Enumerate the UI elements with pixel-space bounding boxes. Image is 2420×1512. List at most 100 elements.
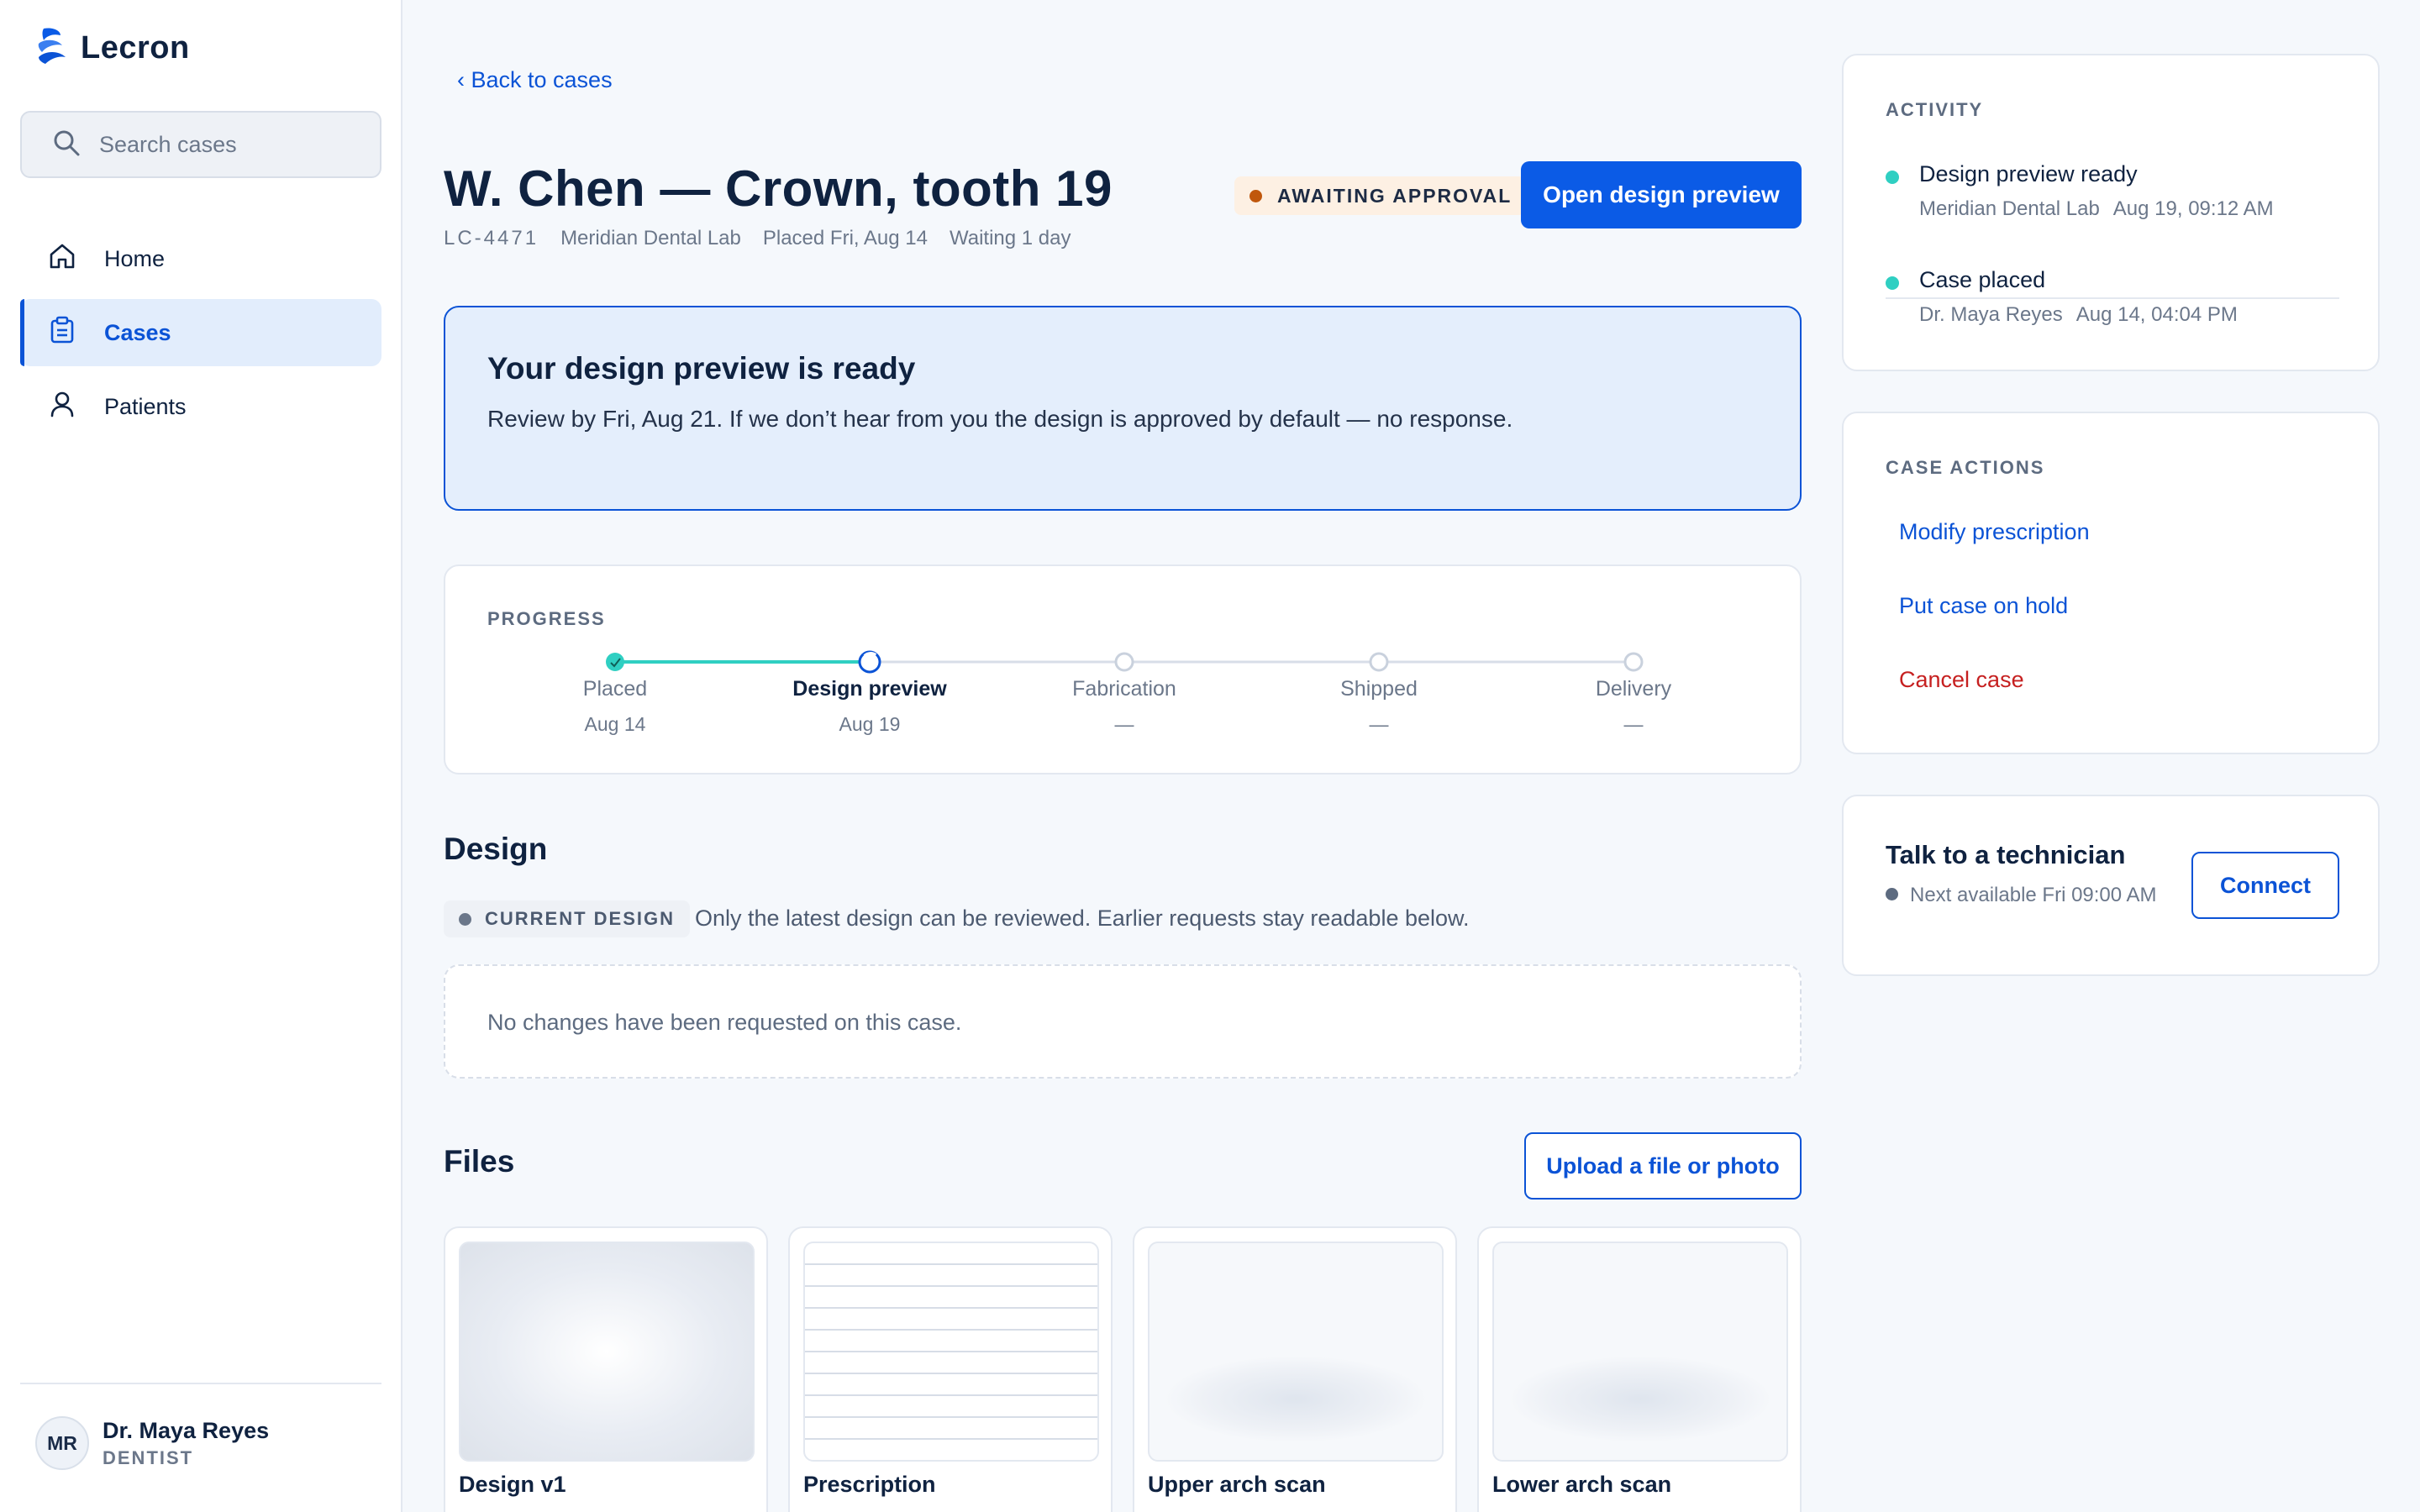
lab-name: Meridian Dental Lab — [560, 227, 741, 249]
activity-when: Aug 14, 04:04 PM — [2075, 303, 2238, 326]
design-thumbnail — [459, 1242, 755, 1462]
sidebar-item-label: Cases — [104, 319, 171, 345]
activity-item: Case placed Dr. Maya Reyes Aug 14, 04:04 … — [1886, 267, 2339, 327]
step-pending-icon — [1114, 652, 1134, 672]
activity-dot-icon — [1886, 171, 1899, 184]
activity-sub: Meridian Dental Lab Aug 19, 09:12 AM — [1919, 197, 2339, 221]
open-design-preview-button[interactable]: Open design preview — [1521, 161, 1802, 228]
app-root: Lecron Home Cases — [0, 0, 2420, 1512]
step-name: Fabrication — [1072, 677, 1176, 701]
user-text: Dr. Maya Reyes DENTIST — [103, 1418, 269, 1469]
scan-thumbnail — [1492, 1242, 1788, 1462]
search-box[interactable] — [20, 111, 381, 178]
chip-text: CURRENT DESIGN — [485, 908, 676, 929]
sidebar-nav: Home Cases Patients — [20, 225, 381, 447]
sidebar: Lecron Home Cases — [0, 0, 402, 1512]
case-actions-label: CASE ACTIONS — [1886, 457, 2045, 478]
activity-when: Aug 19, 09:12 AM — [2112, 197, 2274, 220]
activity-card: ACTIVITY Design preview ready Meridian D… — [1842, 54, 2380, 371]
sidebar-item-patients[interactable]: Patients — [20, 373, 381, 440]
brand-name: Lecron — [81, 29, 190, 66]
step-current-icon — [858, 650, 881, 674]
step-date: — — [1114, 713, 1134, 735]
connect-button[interactable]: Connect — [2191, 852, 2339, 919]
sidebar-item-label: Home — [104, 245, 166, 271]
activity-who: Dr. Maya Reyes — [1919, 303, 2063, 326]
person-icon — [47, 389, 77, 425]
file-name: Design v1 — [459, 1472, 566, 1497]
put-case-on-hold-link[interactable]: Put case on hold — [1899, 593, 2068, 619]
chip-dot-icon — [459, 912, 471, 926]
file-card-prescription[interactable]: Prescription — [788, 1226, 1113, 1512]
progress-step-shipped: Shipped — — [1278, 677, 1480, 736]
activity-title: Design preview ready — [1919, 161, 2138, 186]
status-badge: AWAITING APPROVAL — [1234, 176, 1526, 215]
step-name: Placed — [582, 677, 648, 701]
activity-label: ACTIVITY — [1886, 99, 1984, 120]
modify-prescription-link[interactable]: Modify prescription — [1899, 519, 2090, 545]
brand[interactable]: Lecron — [32, 27, 190, 69]
sidebar-divider — [20, 1383, 381, 1384]
file-name: Upper arch scan — [1148, 1472, 1326, 1497]
technician-card: Talk to a technician Next available Fri … — [1842, 795, 2380, 976]
design-ready-notice: Your design preview is ready Review by F… — [444, 306, 1802, 511]
step-name: Design preview — [792, 677, 947, 701]
step-pending-icon — [1623, 652, 1644, 672]
activity-sub: Dr. Maya Reyes Aug 14, 04:04 PM — [1919, 303, 2339, 327]
current-design-chip: CURRENT DESIGN — [444, 900, 691, 937]
cancel-case-link[interactable]: Cancel case — [1899, 667, 2024, 693]
technician-title: Talk to a technician — [1886, 840, 2126, 869]
user-role: DENTIST — [103, 1446, 194, 1468]
file-card-upper-arch-scan[interactable]: Upper arch scan — [1133, 1226, 1457, 1512]
step-date: Aug 14 — [584, 713, 646, 735]
clipboard-icon — [47, 315, 77, 351]
home-icon — [47, 241, 77, 277]
progress-card: PROGRESS Placed Aug 14 Design preview Au… — [444, 564, 1802, 774]
progress-step-delivery: Delivery — — [1533, 677, 1734, 736]
search-icon — [52, 129, 81, 161]
user-profile[interactable]: MR Dr. Maya Reyes DENTIST — [35, 1416, 269, 1470]
change-requests-empty-state: No changes have been requested on this c… — [444, 964, 1802, 1079]
activity-item: Design preview ready Meridian Dental Lab… — [1886, 161, 2339, 221]
scan-thumbnail — [1148, 1242, 1444, 1462]
activity-dot-icon — [1886, 276, 1899, 290]
lecron-logo-icon — [32, 25, 69, 71]
progress-step-placed: Placed Aug 14 — [514, 677, 716, 736]
progress-step-design-preview: Design preview Aug 19 — [769, 677, 971, 736]
upload-file-button[interactable]: Upload a file or photo — [1524, 1132, 1802, 1200]
availability-text: Next available Fri 09:00 AM — [1910, 884, 2157, 906]
page-title: W. Chen — Crown, tooth 19 — [444, 160, 1113, 217]
technician-availability: Next available Fri 09:00 AM — [1886, 882, 2163, 909]
step-name: Shipped — [1340, 677, 1418, 701]
availability-dot-icon — [1886, 888, 1898, 900]
file-name: Prescription — [803, 1472, 936, 1497]
user-name: Dr. Maya Reyes — [103, 1417, 270, 1443]
avatar: MR — [35, 1416, 89, 1470]
step-pending-icon — [1369, 652, 1389, 672]
file-card-design-v1[interactable]: Design v1 — [444, 1226, 768, 1512]
file-name: Lower arch scan — [1492, 1472, 1672, 1497]
notice-body: Review by Fri, Aug 21. If we don’t hear … — [487, 406, 1513, 432]
sidebar-item-home[interactable]: Home — [20, 225, 381, 292]
files-heading: Files — [444, 1144, 515, 1179]
design-heading: Design — [444, 832, 548, 866]
step-done-icon — [606, 653, 624, 671]
activity-who: Meridian Dental Lab — [1919, 197, 2100, 220]
progress-step-fabrication: Fabrication — — [1023, 677, 1225, 736]
placed-date: Placed Fri, Aug 14 — [762, 227, 928, 249]
design-note: Only the latest design can be reviewed. … — [695, 906, 1470, 931]
step-date: — — [1369, 713, 1389, 735]
waiting-duration: Waiting 1 day — [949, 227, 1071, 249]
progress-track — [606, 650, 1644, 674]
empty-state-text: No changes have been requested on this c… — [487, 1010, 962, 1035]
step-date: — — [1623, 713, 1644, 735]
activity-title: Case placed — [1919, 267, 2046, 292]
back-to-cases-link[interactable]: ‹ Back to cases — [457, 67, 613, 93]
step-date: Aug 19 — [839, 713, 901, 735]
sidebar-item-cases[interactable]: Cases — [20, 299, 381, 366]
prescription-thumbnail — [803, 1242, 1099, 1462]
search-input[interactable] — [99, 131, 351, 158]
status-dot-icon — [1249, 189, 1262, 202]
status-text: AWAITING APPROVAL — [1277, 184, 1512, 207]
file-card-lower-arch-scan[interactable]: Lower arch scan — [1477, 1226, 1802, 1512]
